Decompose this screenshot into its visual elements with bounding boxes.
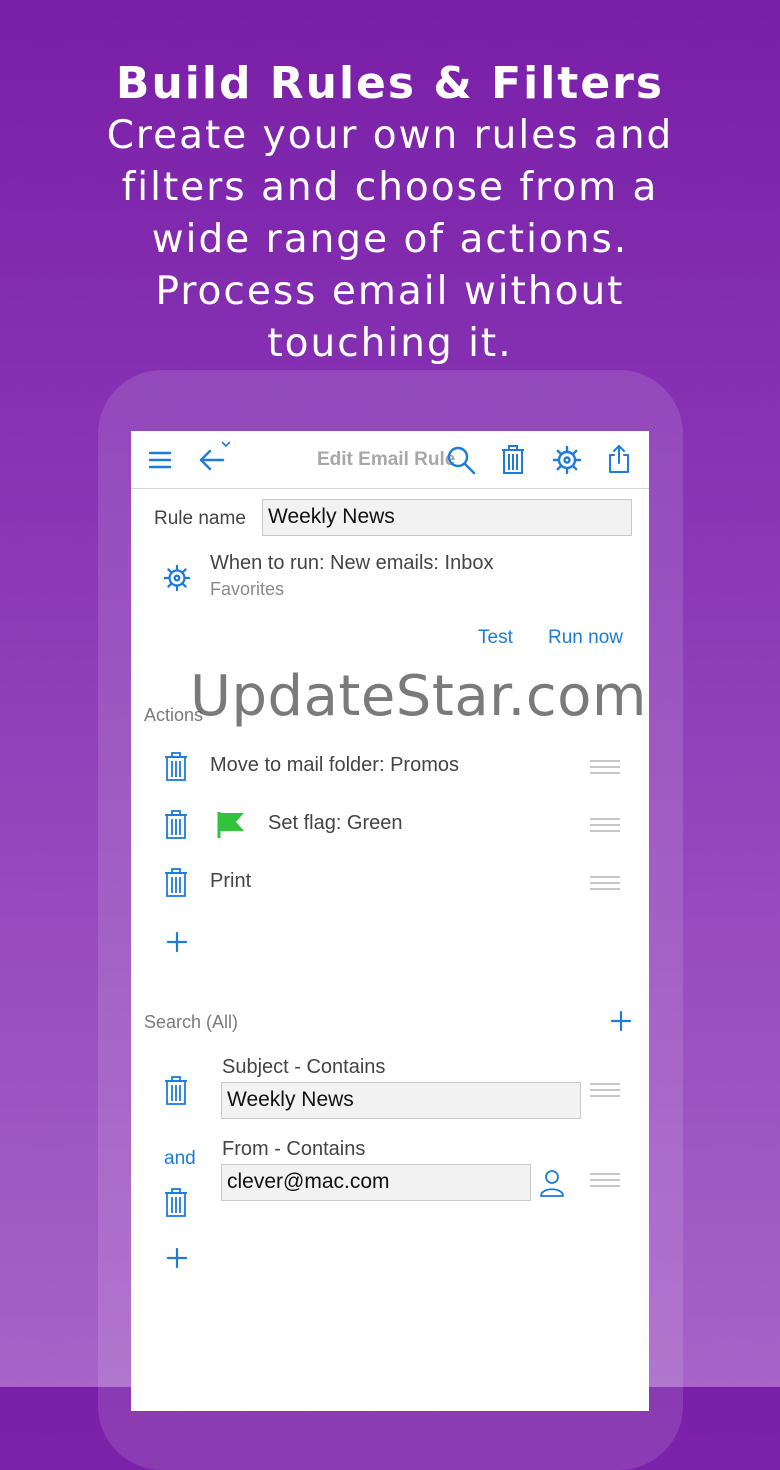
- when-to-run-subtext: Favorites: [210, 579, 285, 599]
- chevron-down-icon[interactable]: [220, 435, 232, 453]
- rule-name-field[interactable]: Weekly News: [262, 499, 632, 536]
- promo-line: filters and choose from a: [121, 165, 659, 210]
- add-action-icon[interactable]: [166, 931, 188, 958]
- drag-handle-icon[interactable]: [590, 876, 620, 890]
- add-condition-icon[interactable]: [610, 1010, 632, 1037]
- app-screen: Edit Email Rule Rule name Weekly News Wh…: [131, 431, 649, 1411]
- search-icon[interactable]: [446, 445, 476, 480]
- promo-line: Process email without: [155, 269, 625, 314]
- drag-handle-icon[interactable]: [590, 1173, 620, 1187]
- condition-from-label[interactable]: From - Contains: [222, 1138, 365, 1161]
- gear-icon[interactable]: [552, 445, 582, 480]
- drag-handle-icon[interactable]: [590, 760, 620, 774]
- green-flag-icon: [216, 811, 246, 844]
- subject-contains-field[interactable]: Weekly News: [221, 1082, 581, 1119]
- search-header: Search (All): [144, 1012, 239, 1032]
- drag-handle-icon[interactable]: [590, 818, 620, 832]
- rule-name-label: Rule name: [154, 508, 246, 529]
- delete-action-icon[interactable]: [164, 810, 190, 840]
- watermark: UpdateStar.com: [190, 664, 647, 729]
- promo-heading: Build Rules & Filters Create your own ru…: [0, 58, 780, 370]
- delete-condition-icon[interactable]: [164, 1188, 190, 1218]
- test-button[interactable]: Test: [478, 627, 513, 649]
- contact-person-icon[interactable]: [539, 1168, 565, 1203]
- promo-title: Build Rules & Filters: [115, 58, 665, 109]
- action-set-flag[interactable]: Set flag: Green: [268, 812, 403, 835]
- drag-handle-icon[interactable]: [590, 1083, 620, 1097]
- add-condition-bottom-icon[interactable]: [166, 1247, 188, 1274]
- delete-action-icon[interactable]: [164, 752, 190, 782]
- toolbar-title: Edit Email Rule: [317, 449, 456, 470]
- trash-icon[interactable]: [501, 445, 525, 480]
- delete-condition-icon[interactable]: [164, 1076, 190, 1106]
- promo-line: Create your own rules and: [106, 113, 674, 158]
- from-contains-field[interactable]: clever@mac.com: [221, 1164, 531, 1201]
- and-joiner[interactable]: and: [164, 1148, 196, 1170]
- promo-line: touching it.: [267, 321, 513, 366]
- condition-subject-label[interactable]: Subject - Contains: [222, 1056, 385, 1079]
- action-move-to-folder[interactable]: Move to mail folder: Promos: [210, 754, 459, 777]
- promo-line: wide range of actions.: [151, 217, 629, 262]
- when-to-run-text[interactable]: When to run: New emails: Inbox: [210, 552, 493, 575]
- menu-icon[interactable]: [148, 450, 172, 475]
- share-icon[interactable]: [608, 444, 630, 479]
- toolbar: Edit Email Rule: [131, 431, 649, 489]
- delete-action-icon[interactable]: [164, 868, 190, 898]
- run-now-button[interactable]: Run now: [548, 627, 623, 649]
- action-print[interactable]: Print: [210, 870, 251, 893]
- schedule-gear-icon[interactable]: [163, 564, 191, 597]
